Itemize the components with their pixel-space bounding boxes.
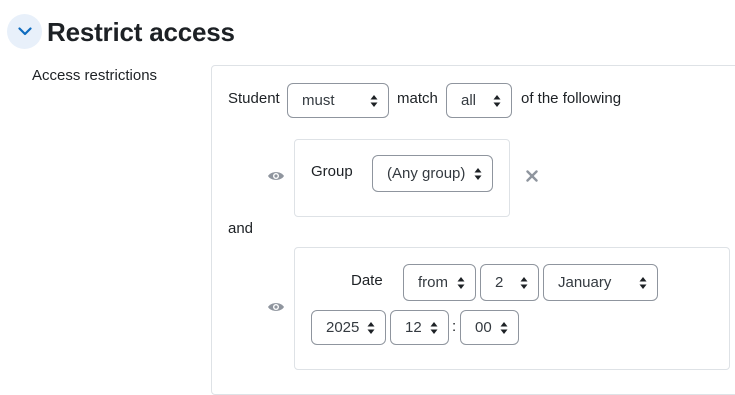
sort-arrows-icon [493, 94, 501, 107]
all-select[interactable]: all [446, 83, 512, 118]
close-icon[interactable] [526, 170, 538, 182]
time-separator: : [452, 318, 457, 335]
sort-arrows-icon [457, 276, 465, 289]
sort-arrows-icon [474, 167, 482, 180]
day-select[interactable]: 2 [480, 264, 539, 301]
group-select[interactable]: (Any group) [372, 155, 493, 192]
sort-arrows-icon [430, 321, 438, 334]
sort-arrows-icon [367, 321, 375, 334]
of-the-following-label: of the following [521, 90, 622, 107]
must-select-value: must [302, 92, 335, 109]
hour-select[interactable]: 12 [390, 310, 449, 345]
sort-arrows-icon [639, 276, 647, 289]
sort-arrows-icon [520, 276, 528, 289]
minute-select-value: 00 [475, 319, 492, 336]
date-direction-value: from [418, 274, 448, 291]
access-restrictions-label: Access restrictions [32, 67, 158, 84]
year-select-value: 2025 [326, 319, 360, 336]
match-label: match [397, 90, 438, 107]
minute-select[interactable]: 00 [460, 310, 519, 345]
collapse-section-button[interactable] [7, 14, 42, 49]
all-select-value: all [461, 92, 477, 109]
month-select-value: January [558, 274, 612, 291]
must-select[interactable]: must [287, 83, 389, 118]
month-select[interactable]: January [543, 264, 658, 301]
student-label: Student [228, 90, 280, 107]
sort-arrows-icon [500, 321, 508, 334]
year-select[interactable]: 2025 [311, 310, 386, 345]
eye-icon[interactable] [267, 170, 285, 182]
and-label: and [228, 220, 254, 237]
date-label: Date [351, 272, 383, 289]
group-label: Group [311, 163, 353, 180]
sort-arrows-icon [370, 94, 378, 107]
hour-select-value: 12 [405, 319, 422, 336]
eye-icon[interactable] [267, 301, 285, 313]
chevron-down-icon [17, 27, 32, 36]
date-direction-select[interactable]: from [403, 264, 476, 301]
section-title: Restrict access [47, 17, 235, 47]
group-select-value: (Any group) [387, 165, 466, 182]
day-select-value: 2 [495, 274, 504, 291]
